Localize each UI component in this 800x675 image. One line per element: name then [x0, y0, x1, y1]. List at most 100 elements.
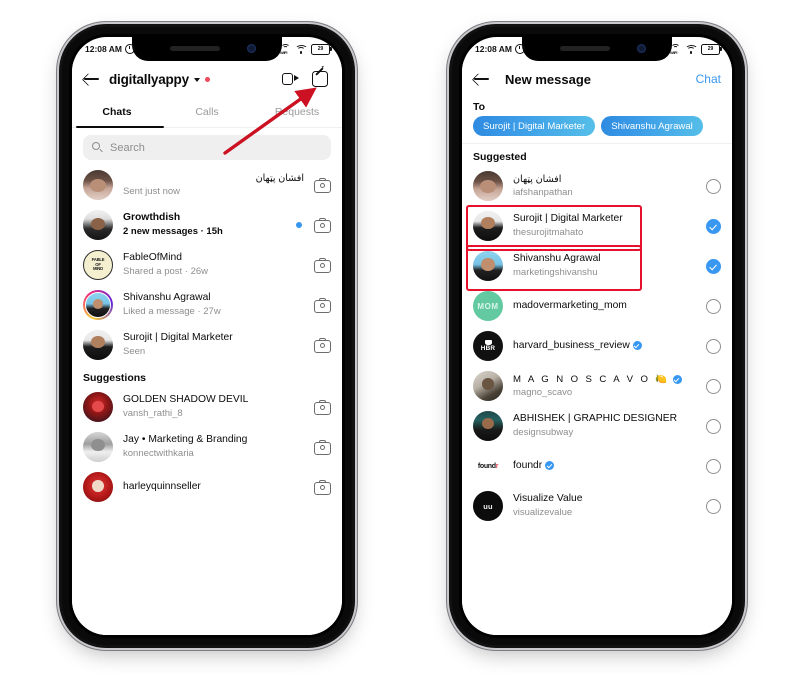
suggestion-row[interactable]: Jay • Marketing & Branding konnectwithkar… [72, 427, 342, 467]
suggestion-name: Jay • Marketing & Branding [123, 434, 248, 446]
avatar-photo [473, 251, 503, 281]
suggested-row[interactable]: M A G N O S C A V O 🍋 magno_scavo [462, 366, 732, 406]
chat-action-button[interactable]: Chat [696, 72, 721, 86]
battery-level: 29 [317, 45, 324, 52]
avatar-photo [85, 292, 111, 318]
recipient-chip[interactable]: Surojit | Digital Marketer [473, 116, 596, 136]
suggested-row[interactable]: foundr foundr [462, 446, 732, 486]
suggestion-name: GOLDEN SHADOW DEVIL [123, 394, 249, 406]
chat-row[interactable]: افشان پټهان Sent just now [72, 165, 342, 205]
wifi-icon [685, 44, 698, 54]
chat-name: Shivanshu Agrawal [123, 292, 211, 304]
suggested-row[interactable]: ABHISHEK | GRAPHIC DESIGNER designsubway [462, 406, 732, 446]
avatar: MOM [473, 291, 503, 321]
new-activity-dot [204, 76, 210, 82]
right-app: New message Chat To Surojit | Digital Ma… [462, 61, 732, 635]
suggested-row[interactable]: Surojit | Digital Marketer thesurojitmaha… [462, 206, 732, 246]
avatar: HBR [473, 331, 503, 361]
compose-edit-icon [312, 67, 328, 87]
avatar [83, 330, 113, 360]
chat-row-text: افشان پټهان Sent just now [123, 173, 304, 198]
camera-icon[interactable] [314, 217, 331, 233]
suggested-row-text: Visualize Value visualizevalue [513, 493, 696, 519]
selected-checkbox[interactable] [706, 258, 721, 274]
left-appbar: digitallyappy [72, 61, 342, 97]
suggested-row[interactable]: Shivanshu Agrawal marketingshivanshu [462, 246, 732, 286]
avatar-photo [473, 171, 503, 201]
chat-preview: Sent just now [123, 185, 181, 197]
unselected-checkbox[interactable] [706, 458, 721, 474]
suggested-row[interactable]: HBR harvard_business_review [462, 326, 732, 366]
wifi-label: WiFi [280, 50, 288, 55]
suggested-name: افشان پټهان [513, 173, 562, 185]
unselected-checkbox[interactable] [706, 378, 721, 394]
camera-icon[interactable] [314, 439, 331, 455]
recipient-chip[interactable]: Shivanshu Agrawal [601, 116, 703, 136]
suggested-row-text: M A G N O S C A V O 🍋 magno_scavo [513, 374, 696, 399]
account-switcher[interactable]: digitallyappy [109, 72, 210, 87]
avatar-photo [473, 371, 503, 401]
status-time: 12:08 AM [85, 44, 123, 54]
unselected-checkbox[interactable] [706, 498, 721, 514]
avatar [473, 251, 503, 281]
chat-list: افشان پټهان Sent just now Growthdish 2 new … [72, 165, 342, 365]
verified-badge-icon [632, 341, 642, 351]
avatar-photo [83, 432, 113, 462]
tab-requests[interactable]: Requests [252, 106, 342, 118]
back-arrow-icon[interactable] [83, 70, 101, 88]
camera-icon[interactable] [314, 297, 331, 313]
alarm-icon [125, 44, 136, 54]
search-container: Search [72, 128, 342, 165]
suggested-name: harvard_business_review [513, 339, 630, 351]
suggested-name-line: Shivanshu Agrawal [513, 253, 696, 266]
suggested-name-line: افشان پټهان [513, 174, 696, 186]
camera-icon[interactable] [314, 177, 331, 193]
suggestion-row[interactable]: harleyquinnseller [72, 467, 342, 507]
avatar-photo [473, 211, 503, 241]
story-ring[interactable] [83, 290, 113, 320]
unselected-checkbox[interactable] [706, 418, 721, 434]
suggested-row[interactable]: افشان پټهان iafshanpathan [462, 166, 732, 206]
tab-calls[interactable]: Calls [162, 106, 252, 118]
camera-icon[interactable] [314, 479, 331, 495]
unselected-checkbox[interactable] [706, 298, 721, 314]
avatar [473, 211, 503, 241]
suggested-username: marketingshivanshu [513, 266, 598, 278]
suggestion-row-text: Jay • Marketing & Branding konnectwithkar… [123, 434, 304, 460]
chat-preview: Seen [123, 345, 146, 357]
camera-icon[interactable] [314, 399, 331, 415]
suggestion-row[interactable]: GOLDEN SHADOW DEVIL vansh_rathi_8 [72, 387, 342, 427]
compose-message-button[interactable] [309, 67, 331, 90]
suggested-heading: Suggested [473, 151, 527, 163]
back-arrow-icon[interactable] [473, 70, 491, 88]
to-label: To [473, 101, 486, 113]
suggestions-list: GOLDEN SHADOW DEVIL vansh_rathi_8 Jay • Ma… [72, 387, 342, 507]
suggested-row[interactable]: MOM madovermarketing_mom [462, 286, 732, 326]
camera-icon[interactable] [314, 337, 331, 353]
tab-chats[interactable]: Chats [72, 106, 162, 118]
suggested-username: designsubway [513, 426, 574, 438]
selected-checkbox[interactable] [706, 218, 721, 234]
suggested-row[interactable]: uu Visualize Value visualizevalue [462, 486, 732, 526]
suggested-row-text: ABHISHEK | GRAPHIC DESIGNER designsubway [513, 413, 696, 439]
screenshot-stage: 12:08 AM WiFi 29 digitallyappy Chats Cal… [0, 0, 800, 675]
suggested-name-line: ABHISHEK | GRAPHIC DESIGNER [513, 413, 696, 426]
suggested-list: افشان پټهان iafshanpathan Surojit | Digita… [462, 166, 732, 526]
suggested-name-line: madovermarketing_mom [513, 300, 696, 313]
suggested-row-text: madovermarketing_mom [513, 300, 696, 313]
video-call-button[interactable] [279, 68, 301, 90]
suggested-row-text: Shivanshu Agrawal marketingshivanshu [513, 253, 696, 279]
battery-icon: 29 [701, 43, 722, 55]
search-input[interactable]: Search [83, 135, 331, 160]
unselected-checkbox[interactable] [706, 338, 721, 354]
suggested-row-text: Surojit | Digital Marketer thesurojitmaha… [513, 213, 696, 239]
chat-row[interactable]: FABLE OF MIND FableOfMind Shared a post · 26… [72, 245, 342, 285]
suggested-row-text: افشان پټهان iafshanpathan [513, 174, 696, 199]
right-appbar: New message Chat [462, 61, 732, 97]
chat-row[interactable]: Surojit | Digital Marketer Seen [72, 325, 342, 365]
unselected-checkbox[interactable] [706, 178, 721, 194]
camera-icon[interactable] [314, 257, 331, 273]
chat-row[interactable]: Growthdish 2 new messages · 15h [72, 205, 342, 245]
chat-row[interactable]: Shivanshu Agrawal Liked a message · 27w [72, 285, 342, 325]
suggestion-row-text: GOLDEN SHADOW DEVIL vansh_rathi_8 [123, 394, 304, 420]
